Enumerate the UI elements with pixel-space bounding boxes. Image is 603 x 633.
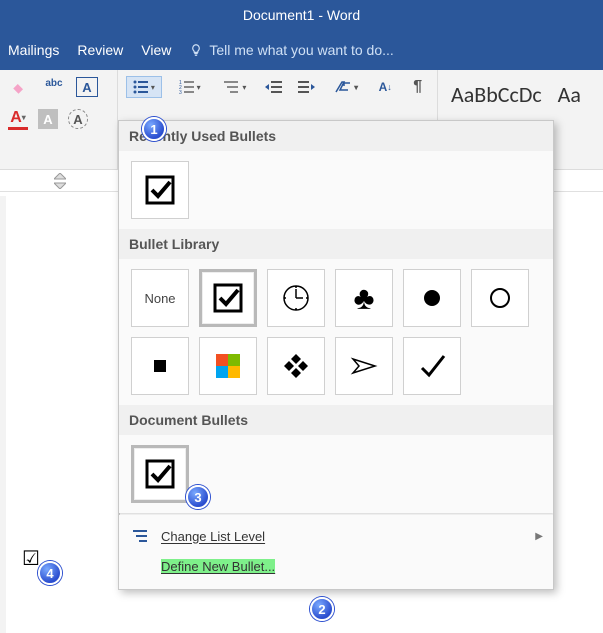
character-border-icon[interactable]: abc [42,76,66,98]
bullet-four-color[interactable] [199,337,257,395]
bullet-clock[interactable] [267,269,325,327]
lightbulb-icon [189,43,203,57]
asian-layout-icon[interactable]: ▾ [328,76,364,98]
show-hide-icon[interactable]: ¶ [406,76,429,98]
bullet-library-header: Bullet Library [119,229,553,259]
annotation-badge-1: 1 [142,117,166,141]
document-title: Document1 - Word [243,7,360,23]
bullet-filled-square[interactable] [131,337,189,395]
numbering-button[interactable]: 123 ▾ [172,76,208,98]
decrease-indent-icon[interactable] [263,76,286,98]
document-bullets-header: Document Bullets [119,405,553,435]
document-checkbox-bullet: ☑ [22,546,40,571]
tab-mailings[interactable]: Mailings [8,42,59,58]
bullet-filled-circle[interactable] [403,269,461,327]
font-color-icon[interactable]: A▾ [8,108,28,130]
tell-me-placeholder: Tell me what you want to do... [209,42,393,58]
font-box-icon[interactable]: A [76,77,98,97]
define-new-bullet-label: Define New Bullet... [161,559,275,574]
indent-marker-icon[interactable] [54,173,66,189]
bullet-arrowhead[interactable] [335,337,393,395]
bullet-four-diamond[interactable] [267,337,325,395]
bullet-open-circle[interactable] [471,269,529,327]
tab-view[interactable]: View [141,42,171,58]
bullets-button[interactable]: ▾ [126,76,162,98]
window-titlebar: Document1 - Word [0,0,603,30]
annotation-badge-2: 2 [310,597,334,621]
tell-me-search[interactable]: Tell me what you want to do... [189,42,393,58]
define-new-bullet-menuitem[interactable]: Define New Bullet... [119,551,553,581]
change-list-level-label: Change List Level [161,529,265,544]
change-list-level-icon [131,530,151,542]
clear-formatting-icon[interactable] [8,76,32,98]
bullet-checkbox[interactable] [199,269,257,327]
style-next-sample[interactable]: Aa [557,80,582,169]
document-bullet-checkbox[interactable] [131,445,189,503]
annotation-badge-3: 3 [186,485,210,509]
bullets-dropdown: Recently Used Bullets Bullet Library Non… [118,120,554,590]
text-highlight-icon[interactable]: A [38,109,58,129]
bullet-club[interactable]: ♣ [335,269,393,327]
bullet-checkmark[interactable] [403,337,461,395]
annotation-badge-4: 4 [38,561,62,585]
enclose-characters-icon[interactable]: A [68,109,88,129]
svg-text:3: 3 [179,90,182,94]
tab-review[interactable]: Review [77,42,123,58]
bullet-none[interactable]: None [131,269,189,327]
multilevel-list-button[interactable]: ▾ [218,76,254,98]
increase-indent-icon[interactable] [296,76,319,98]
ribbon-tabs: Mailings Review View Tell me what you wa… [0,30,603,70]
recent-bullet-checkbox[interactable] [131,161,189,219]
submenu-caret-icon: ▶ [535,531,543,542]
recently-used-header: Recently Used Bullets [119,121,553,151]
sort-icon[interactable]: A↓ [374,76,397,98]
change-list-level-menuitem[interactable]: Change List Level ▶ [119,521,553,551]
